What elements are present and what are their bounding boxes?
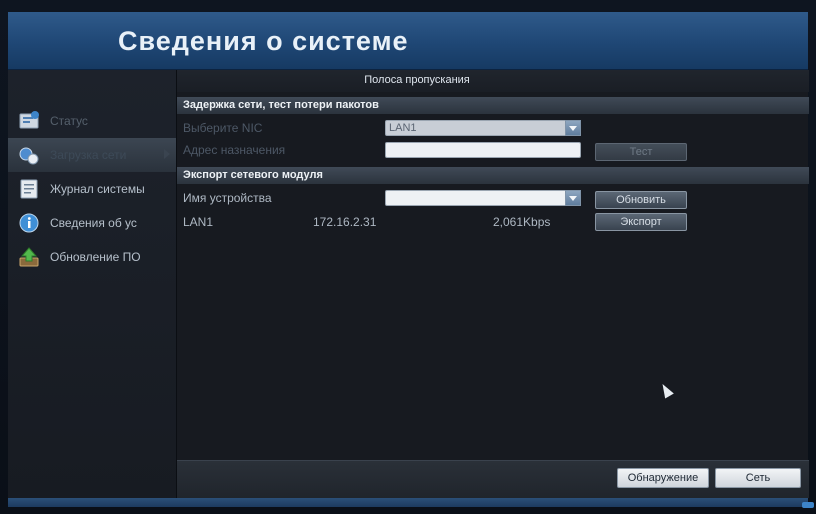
device-name-label: Имя устройства: [183, 191, 272, 205]
nic-select-value: LAN1: [389, 122, 417, 134]
test-button[interactable]: Тест: [595, 143, 687, 161]
back-arrow-icon[interactable]: [802, 502, 814, 508]
sidebar-item-upgrade[interactable]: Обновление ПО: [8, 240, 176, 274]
sidebar-item-system-log[interactable]: Журнал системы: [8, 172, 176, 206]
sidebar: Статус Загрузка сети Журнал системы Свед…: [8, 70, 176, 498]
sidebar-item-network-load[interactable]: Загрузка сети: [8, 138, 176, 172]
sidebar-item-device-info[interactable]: Сведения об ус: [8, 206, 176, 240]
dest-address-input[interactable]: [385, 142, 581, 158]
sidebar-item-label: Сведения об ус: [50, 216, 137, 230]
module-row-name: LAN1: [183, 215, 214, 229]
sidebar-item-label: Загрузка сети: [50, 148, 127, 162]
export-section-header: Экспорт сетевого модуля: [177, 167, 809, 184]
nic-select[interactable]: LAN1: [385, 120, 581, 136]
log-icon: [20, 179, 38, 199]
device-name-select[interactable]: [385, 190, 581, 206]
screen: Сведения о системе Статус Загрузка сети: [0, 0, 816, 514]
module-row-rate: 2,061Kbps: [493, 215, 551, 229]
status-bar: [8, 498, 808, 507]
footer-bar: Обнаружение Сеть: [177, 460, 809, 498]
delay-section-header: Задержка сети, тест потери пакотов: [177, 97, 809, 114]
upgrade-icon: [19, 247, 39, 267]
main-panel: Полоса пропускания Задержка сети, тест п…: [176, 70, 809, 498]
sidebar-item-status[interactable]: Статус: [8, 104, 176, 138]
window-title: Сведения о системе: [118, 26, 409, 56]
sidebar-item-label: Обновление ПО: [50, 250, 141, 264]
chevron-down-icon[interactable]: [565, 190, 581, 206]
refresh-button[interactable]: Обновить: [595, 191, 687, 209]
module-row-ip: 172.16.2.31: [313, 215, 377, 229]
sidebar-item-label: Статус: [50, 114, 88, 128]
nic-label: Выберите NIC: [183, 121, 263, 135]
sidebar-item-label: Журнал системы: [50, 182, 145, 196]
active-arrow-icon: [164, 149, 170, 159]
dest-label: Адрес назначения: [183, 143, 286, 157]
network-icon: [19, 147, 39, 165]
chevron-down-icon[interactable]: [565, 120, 581, 136]
network-button[interactable]: Сеть: [715, 468, 801, 488]
tab-bar: Полоса пропускания: [177, 70, 809, 92]
tab-bandwidth[interactable]: Полоса пропускания: [177, 74, 657, 86]
status-icon: [19, 111, 39, 129]
detect-button[interactable]: Обнаружение: [617, 468, 709, 488]
mouse-cursor-icon: [658, 381, 674, 399]
title-bar: Сведения о системе: [8, 12, 808, 70]
info-icon: [19, 213, 39, 233]
export-button[interactable]: Экспорт: [595, 213, 687, 231]
